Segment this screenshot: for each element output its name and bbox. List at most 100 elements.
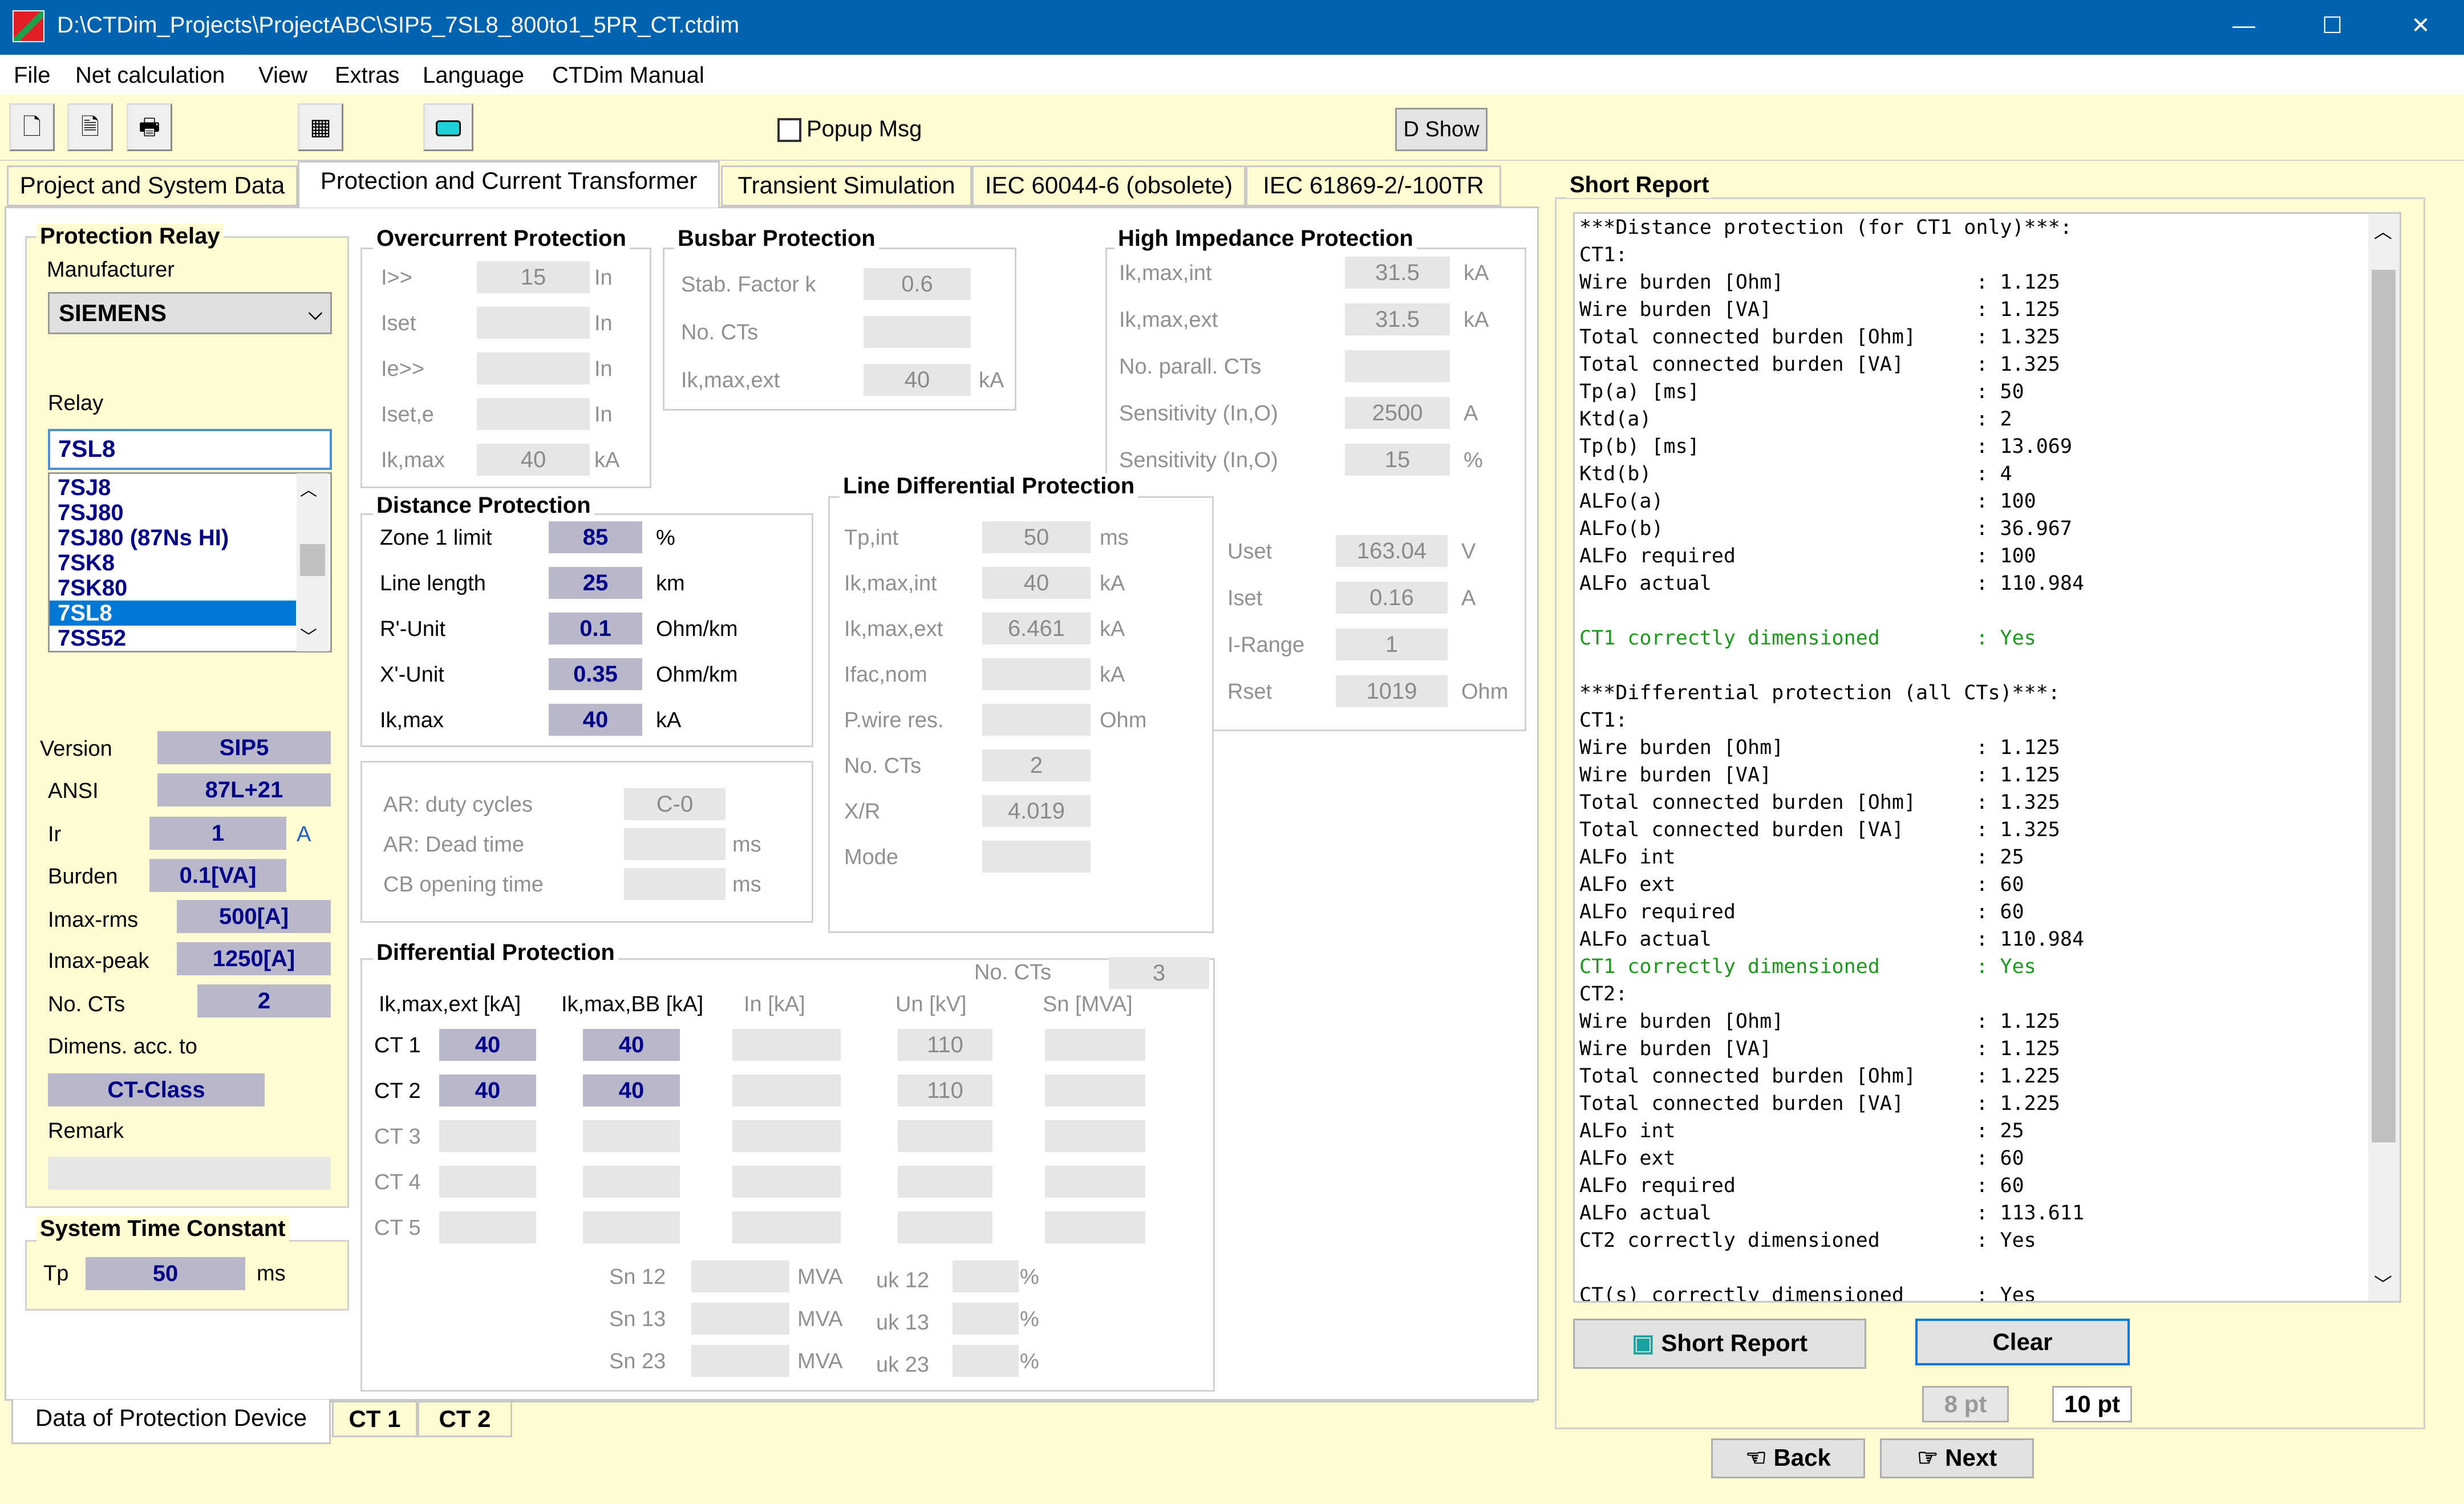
diff-cell[interactable] [583,1166,680,1198]
overcurrent-field[interactable] [477,307,590,339]
scroll-thumb[interactable] [2372,270,2396,1142]
line-diff-field[interactable] [982,658,1091,690]
tab-data-protection-device[interactable]: Data of Protection Device [11,1400,331,1444]
line-diff-field[interactable]: 50 [982,521,1091,553]
busbar-field[interactable] [864,316,971,348]
diff-cell[interactable] [732,1120,841,1152]
diff-cell[interactable]: 110 [898,1029,992,1061]
line-diff-field[interactable]: 4.019 [982,795,1091,827]
high-impedance-rset-field[interactable]: 0.16 [1336,582,1448,614]
relay-input[interactable]: 7SL8 [48,429,332,470]
report-textbox[interactable]: ***Distance protection (for CT1 only)***… [1573,212,2401,1303]
tab-project-system[interactable]: Project and System Data [7,165,298,206]
high-impedance-field[interactable]: 15 [1345,444,1450,476]
burden-field[interactable]: 0.1[VA] [149,859,286,892]
busbar-field[interactable]: 0.6 [864,268,971,300]
popup-msg-checkbox[interactable] [777,118,801,142]
short-report-button[interactable]: ▣ Short Report [1573,1319,1866,1369]
calculator-icon[interactable]: ▦ [298,103,343,151]
diff-cell[interactable] [1045,1211,1145,1243]
diff-cell[interactable] [732,1029,841,1061]
uk-field[interactable] [953,1345,1019,1377]
diff-cell[interactable] [1045,1075,1145,1106]
back-button[interactable]: ☜ Back [1711,1438,1865,1478]
remark-field[interactable] [48,1157,331,1190]
new-file-icon[interactable]: 🗋 [9,103,55,151]
diff-cell[interactable] [898,1166,992,1198]
line-diff-field[interactable] [982,841,1091,873]
list-item[interactable]: 7SK8 [50,550,296,575]
tab-iec60044[interactable]: IEC 60044-6 (obsolete) [972,165,1246,206]
tab-ct1[interactable]: CT 1 [332,1401,418,1437]
list-item[interactable]: 7SJ80 [50,500,296,525]
list-item[interactable]: 7SJ8 [50,475,296,500]
high-impedance-rset-field[interactable]: 163.04 [1336,535,1448,567]
diff-no-cts-field[interactable]: 3 [1109,957,1209,989]
relay-list-scrollbar[interactable]: ︿ ﹀ [297,473,329,651]
report-scrollbar[interactable]: ︿ ﹀ [2368,214,2400,1301]
scroll-thumb[interactable] [300,544,325,576]
scroll-down-icon[interactable]: ﹀ [2374,1270,2392,1296]
diff-cell[interactable] [583,1120,680,1152]
line-diff-field[interactable]: 40 [982,567,1091,599]
relay-list[interactable]: 7SJ8 7SJ80 7SJ80 (87Ns HI) 7SK8 7SK80 7S… [48,472,332,652]
overcurrent-field[interactable] [477,352,590,384]
sn-field[interactable] [691,1260,789,1292]
tab-protection-ct[interactable]: Protection and Current Transformer [298,161,720,208]
high-impedance-field[interactable]: 31.5 [1345,303,1450,335]
imax-rms-field[interactable]: 500[A] [177,900,331,933]
menu-ctdim-manual[interactable]: CTDim Manual [552,63,704,88]
no-cts-field[interactable]: 2 [197,984,331,1017]
distance-field[interactable]: 25 [549,567,642,599]
high-impedance-rset-field[interactable]: 1019 [1336,675,1448,707]
scroll-up-icon[interactable]: ︿ [2374,217,2392,244]
overcurrent-field[interactable]: 15 [477,261,590,293]
diff-cell[interactable] [1045,1166,1145,1198]
diff-cell[interactable] [732,1211,841,1243]
diff-cell[interactable] [1045,1120,1145,1152]
diff-cell[interactable]: 40 [439,1029,536,1061]
uk-field[interactable] [953,1260,1019,1292]
diff-cell[interactable] [732,1075,841,1106]
print-icon[interactable]: 🖶 [127,103,172,151]
diff-cell[interactable] [583,1211,680,1243]
minimize-button[interactable]: — [2199,0,2289,55]
document-icon[interactable]: 🗎 [67,103,113,151]
diff-cell[interactable] [439,1211,536,1243]
menu-view[interactable]: View [258,63,307,88]
autoreclose-field[interactable] [624,868,726,900]
high-impedance-rset-field[interactable]: 1 [1336,629,1448,660]
overcurrent-field[interactable] [477,398,590,430]
font-10pt-button[interactable]: 10 pt [2052,1386,2132,1422]
high-impedance-field[interactable]: 2500 [1345,397,1450,429]
list-item[interactable]: 7SS52 [50,626,296,651]
font-8pt-button[interactable]: 8 pt [1922,1386,2009,1422]
overcurrent-field[interactable]: 40 [477,444,590,476]
menu-file[interactable]: File [14,63,50,88]
tab-iec61869[interactable]: IEC 61869-2/-100TR [1246,165,1501,206]
high-impedance-field[interactable]: 31.5 [1345,257,1450,289]
diff-cell[interactable] [439,1166,536,1198]
menu-net-calculation[interactable]: Net calculation [75,63,225,88]
diff-cell[interactable]: 40 [439,1075,536,1106]
sn-field[interactable] [691,1345,789,1377]
line-diff-field[interactable] [982,704,1091,736]
ir-field[interactable]: 1 [149,817,286,850]
line-diff-field[interactable]: 2 [982,749,1091,781]
diff-cell[interactable]: 40 [583,1075,680,1106]
list-item-selected[interactable]: 7SL8 [50,601,296,626]
diff-cell[interactable]: 110 [898,1075,992,1106]
line-diff-field[interactable]: 6.461 [982,613,1091,644]
uk-field[interactable] [953,1303,1019,1335]
next-button[interactable]: ☞ Next [1880,1438,2034,1478]
screen-icon[interactable] [423,103,473,151]
dimens-field[interactable]: CT-Class [48,1073,265,1106]
diff-cell[interactable] [898,1211,992,1243]
ansi-field[interactable]: 87L+21 [157,773,331,806]
diff-cell[interactable] [898,1120,992,1152]
close-button[interactable]: ✕ [2376,0,2464,55]
list-item[interactable]: 7SJ80 (87Ns HI) [50,525,296,550]
menu-language[interactable]: Language [423,63,524,88]
tab-ct2[interactable]: CT 2 [418,1401,512,1437]
tab-transient[interactable]: Transient Simulation [721,165,972,206]
